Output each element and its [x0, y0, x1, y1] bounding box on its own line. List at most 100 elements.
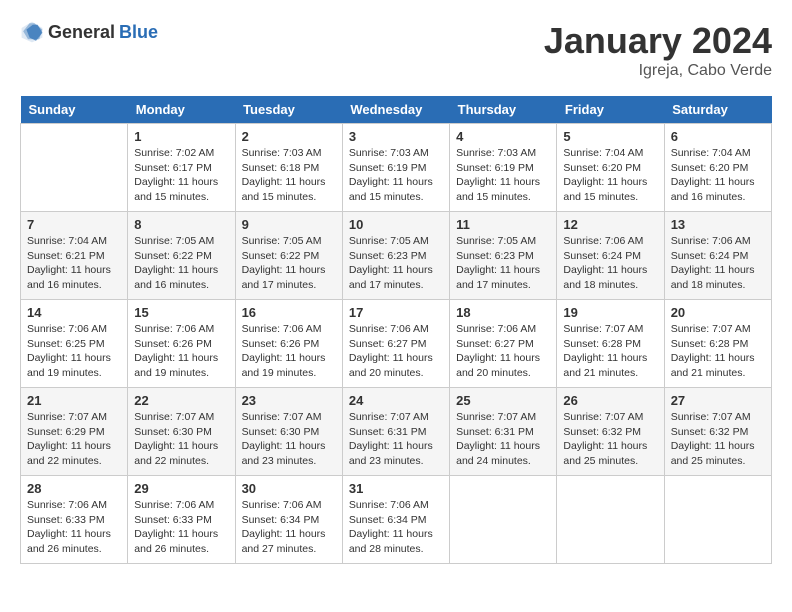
calendar-cell: 7 Sunrise: 7:04 AMSunset: 6:21 PMDaylight…	[21, 212, 128, 300]
calendar-cell: 10 Sunrise: 7:05 AMSunset: 6:23 PMDayligh…	[342, 212, 449, 300]
calendar-table: SundayMondayTuesdayWednesdayThursdayFrid…	[20, 96, 772, 564]
day-number: 6	[671, 129, 765, 144]
day-number: 22	[134, 393, 228, 408]
day-info: Sunrise: 7:02 AMSunset: 6:17 PMDaylight:…	[134, 146, 228, 205]
calendar-cell: 17 Sunrise: 7:06 AMSunset: 6:27 PMDayligh…	[342, 300, 449, 388]
weekday-header-cell: Sunday	[21, 96, 128, 124]
calendar-cell: 27 Sunrise: 7:07 AMSunset: 6:32 PMDayligh…	[664, 388, 771, 476]
day-number: 7	[27, 217, 121, 232]
day-info: Sunrise: 7:06 AMSunset: 6:34 PMDaylight:…	[349, 498, 443, 557]
calendar-cell: 31 Sunrise: 7:06 AMSunset: 6:34 PMDayligh…	[342, 476, 449, 564]
calendar-week-row: 1 Sunrise: 7:02 AMSunset: 6:17 PMDaylight…	[21, 124, 772, 212]
calendar-cell: 18 Sunrise: 7:06 AMSunset: 6:27 PMDayligh…	[450, 300, 557, 388]
weekday-header-cell: Friday	[557, 96, 664, 124]
day-number: 24	[349, 393, 443, 408]
calendar-cell: 3 Sunrise: 7:03 AMSunset: 6:19 PMDaylight…	[342, 124, 449, 212]
calendar-cell: 13 Sunrise: 7:06 AMSunset: 6:24 PMDayligh…	[664, 212, 771, 300]
calendar-cell: 28 Sunrise: 7:06 AMSunset: 6:33 PMDayligh…	[21, 476, 128, 564]
day-number: 18	[456, 305, 550, 320]
day-number: 27	[671, 393, 765, 408]
title-block: January 2024 Igreja, Cabo Verde	[544, 20, 772, 80]
calendar-cell: 5 Sunrise: 7:04 AMSunset: 6:20 PMDaylight…	[557, 124, 664, 212]
weekday-header-cell: Wednesday	[342, 96, 449, 124]
day-info: Sunrise: 7:06 AMSunset: 6:26 PMDaylight:…	[242, 322, 336, 381]
day-number: 15	[134, 305, 228, 320]
weekday-header-cell: Tuesday	[235, 96, 342, 124]
day-number: 31	[349, 481, 443, 496]
day-number: 12	[563, 217, 657, 232]
calendar-cell: 23Sunrise: 7:07 AMSunset: 6:30 PMDayligh…	[235, 388, 342, 476]
calendar-week-row: 14Sunrise: 7:06 AMSunset: 6:25 PMDayligh…	[21, 300, 772, 388]
calendar-cell	[664, 476, 771, 564]
day-number: 2	[242, 129, 336, 144]
calendar-cell: 2 Sunrise: 7:03 AMSunset: 6:18 PMDaylight…	[235, 124, 342, 212]
calendar-cell: 4 Sunrise: 7:03 AMSunset: 6:19 PMDaylight…	[450, 124, 557, 212]
day-info: Sunrise: 7:04 AMSunset: 6:21 PMDaylight:…	[27, 234, 121, 293]
day-info: Sunrise: 7:05 AMSunset: 6:23 PMDaylight:…	[456, 234, 550, 293]
calendar-cell: 19 Sunrise: 7:07 AMSunset: 6:28 PMDayligh…	[557, 300, 664, 388]
day-info: Sunrise: 7:07 AMSunset: 6:28 PMDaylight:…	[671, 322, 765, 381]
calendar-cell	[557, 476, 664, 564]
day-info: Sunrise: 7:07 AMSunset: 6:31 PMDaylight:…	[349, 410, 443, 469]
calendar-cell: 12Sunrise: 7:06 AMSunset: 6:24 PMDayligh…	[557, 212, 664, 300]
day-number: 8	[134, 217, 228, 232]
day-number: 11	[456, 217, 550, 232]
calendar-cell	[450, 476, 557, 564]
day-info: Sunrise: 7:06 AMSunset: 6:27 PMDaylight:…	[456, 322, 550, 381]
day-info: Sunrise: 7:03 AMSunset: 6:19 PMDaylight:…	[349, 146, 443, 205]
calendar-cell: 26 Sunrise: 7:07 AMSunset: 6:32 PMDayligh…	[557, 388, 664, 476]
calendar-cell: 22Sunrise: 7:07 AMSunset: 6:30 PMDayligh…	[128, 388, 235, 476]
calendar-cell: 15Sunrise: 7:06 AMSunset: 6:26 PMDayligh…	[128, 300, 235, 388]
day-info: Sunrise: 7:04 AMSunset: 6:20 PMDaylight:…	[563, 146, 657, 205]
day-info: Sunrise: 7:07 AMSunset: 6:31 PMDaylight:…	[456, 410, 550, 469]
day-number: 13	[671, 217, 765, 232]
day-number: 20	[671, 305, 765, 320]
day-number: 28	[27, 481, 121, 496]
month-title: January 2024	[544, 20, 772, 62]
calendar-cell: 6Sunrise: 7:04 AMSunset: 6:20 PMDaylight…	[664, 124, 771, 212]
logo-general: General	[48, 22, 115, 43]
weekday-header-cell: Monday	[128, 96, 235, 124]
location-title: Igreja, Cabo Verde	[544, 62, 772, 80]
day-number: 10	[349, 217, 443, 232]
day-info: Sunrise: 7:03 AMSunset: 6:19 PMDaylight:…	[456, 146, 550, 205]
day-number: 4	[456, 129, 550, 144]
calendar-cell: 29Sunrise: 7:06 AMSunset: 6:33 PMDayligh…	[128, 476, 235, 564]
day-info: Sunrise: 7:06 AMSunset: 6:33 PMDaylight:…	[27, 498, 121, 557]
day-number: 26	[563, 393, 657, 408]
day-number: 16	[242, 305, 336, 320]
calendar-week-row: 28 Sunrise: 7:06 AMSunset: 6:33 PMDayligh…	[21, 476, 772, 564]
day-number: 19	[563, 305, 657, 320]
day-number: 21	[27, 393, 121, 408]
weekday-header-cell: Saturday	[664, 96, 771, 124]
logo-icon	[20, 20, 44, 44]
day-number: 1	[134, 129, 228, 144]
calendar-cell: 14Sunrise: 7:06 AMSunset: 6:25 PMDayligh…	[21, 300, 128, 388]
day-number: 3	[349, 129, 443, 144]
day-info: Sunrise: 7:03 AMSunset: 6:18 PMDaylight:…	[242, 146, 336, 205]
calendar-cell: 30Sunrise: 7:06 AMSunset: 6:34 PMDayligh…	[235, 476, 342, 564]
day-info: Sunrise: 7:06 AMSunset: 6:27 PMDaylight:…	[349, 322, 443, 381]
page-header: General Blue January 2024 Igreja, Cabo V…	[20, 20, 772, 80]
day-number: 23	[242, 393, 336, 408]
day-info: Sunrise: 7:07 AMSunset: 6:32 PMDaylight:…	[563, 410, 657, 469]
day-info: Sunrise: 7:05 AMSunset: 6:22 PMDaylight:…	[242, 234, 336, 293]
day-number: 25	[456, 393, 550, 408]
logo: General Blue	[20, 20, 158, 44]
calendar-cell: 11 Sunrise: 7:05 AMSunset: 6:23 PMDayligh…	[450, 212, 557, 300]
calendar-cell: 25 Sunrise: 7:07 AMSunset: 6:31 PMDayligh…	[450, 388, 557, 476]
day-info: Sunrise: 7:06 AMSunset: 6:33 PMDaylight:…	[134, 498, 228, 557]
calendar-body: 1 Sunrise: 7:02 AMSunset: 6:17 PMDaylight…	[21, 124, 772, 564]
day-info: Sunrise: 7:06 AMSunset: 6:24 PMDaylight:…	[671, 234, 765, 293]
day-info: Sunrise: 7:05 AMSunset: 6:23 PMDaylight:…	[349, 234, 443, 293]
day-info: Sunrise: 7:06 AMSunset: 6:34 PMDaylight:…	[242, 498, 336, 557]
calendar-cell: 8Sunrise: 7:05 AMSunset: 6:22 PMDaylight…	[128, 212, 235, 300]
calendar-cell: 16 Sunrise: 7:06 AMSunset: 6:26 PMDayligh…	[235, 300, 342, 388]
day-info: Sunrise: 7:07 AMSunset: 6:32 PMDaylight:…	[671, 410, 765, 469]
day-number: 14	[27, 305, 121, 320]
day-number: 5	[563, 129, 657, 144]
logo-blue: Blue	[119, 22, 158, 43]
day-number: 17	[349, 305, 443, 320]
day-info: Sunrise: 7:07 AMSunset: 6:28 PMDaylight:…	[563, 322, 657, 381]
calendar-cell	[21, 124, 128, 212]
